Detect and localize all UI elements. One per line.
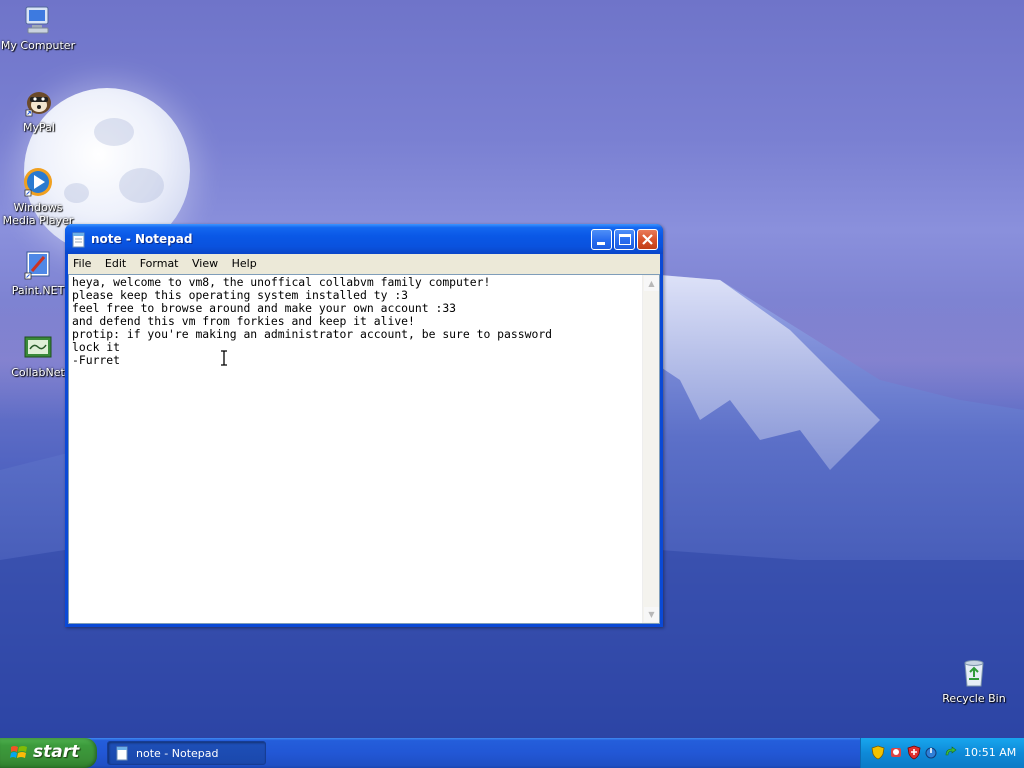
maximize-icon	[619, 234, 631, 245]
minimize-button[interactable]	[591, 229, 612, 250]
desktop-icon-recycle-bin[interactable]: Recycle Bin	[936, 657, 1012, 705]
minimize-icon	[597, 242, 605, 245]
recycle-bin-icon	[958, 657, 990, 689]
system-tray: 10:51 AM	[860, 738, 1024, 768]
window-title: note - Notepad	[91, 232, 193, 246]
clock[interactable]: 10:51 AM	[964, 746, 1016, 759]
vertical-scrollbar[interactable]: ▲ ▼	[642, 275, 659, 623]
update-icon[interactable]	[943, 745, 957, 760]
my-computer-icon	[22, 4, 54, 36]
paint-net-icon	[22, 249, 54, 281]
close-icon	[642, 234, 653, 245]
start-label: start	[33, 742, 80, 762]
mypal-browser-icon	[23, 86, 55, 118]
power-icon[interactable]	[924, 745, 938, 760]
scroll-up-arrow-icon[interactable]: ▲	[644, 276, 659, 291]
maximize-button[interactable]	[614, 229, 635, 250]
desktop-icon-label: Windows Media Player	[2, 201, 74, 227]
collabnet-icon	[22, 331, 54, 363]
desktop-icon-label: Recycle Bin	[942, 692, 1006, 705]
text-cursor-icon	[221, 350, 227, 366]
desktop-icon-mypal[interactable]: MyPal	[1, 86, 77, 134]
notepad-icon	[116, 746, 128, 761]
security-shield-icon[interactable]	[871, 745, 885, 760]
taskbar-item-label: note - Notepad	[136, 747, 219, 760]
menu-format[interactable]: Format	[135, 254, 184, 274]
desktop-icon-windows-media-player[interactable]: Windows Media Player	[0, 166, 76, 227]
menu-help[interactable]: Help	[227, 254, 262, 274]
window-title-bar[interactable]: note - Notepad	[65, 224, 663, 254]
document-text[interactable]: heya, welcome to vm8, the unoffical coll…	[72, 276, 642, 622]
start-button[interactable]: start	[0, 738, 97, 768]
menu-bar: File Edit Format View Help	[68, 254, 660, 274]
taskbar: start note - Notepad 10:51 AM	[0, 738, 1024, 768]
desktop-icon-label: MyPal	[23, 121, 55, 134]
close-button[interactable]	[637, 229, 658, 250]
scroll-down-arrow-icon[interactable]: ▼	[644, 607, 659, 622]
menu-file[interactable]: File	[68, 254, 96, 274]
menu-edit[interactable]: Edit	[100, 254, 131, 274]
media-player-icon	[22, 166, 54, 198]
notepad-icon	[72, 232, 86, 248]
text-editor[interactable]: heya, welcome to vm8, the unoffical coll…	[68, 274, 660, 624]
menu-view[interactable]: View	[187, 254, 223, 274]
desktop-icon-my-computer[interactable]: My Computer	[0, 4, 76, 52]
desktop-icon-label: My Computer	[0, 39, 76, 52]
windows-logo-icon	[10, 746, 27, 758]
notepad-window[interactable]: note - Notepad File Edit Format View Hel…	[65, 224, 663, 627]
antivirus-shield-icon[interactable]	[907, 745, 921, 760]
taskbar-item-notepad[interactable]: note - Notepad	[107, 741, 266, 765]
network-hand-icon[interactable]	[889, 745, 903, 760]
